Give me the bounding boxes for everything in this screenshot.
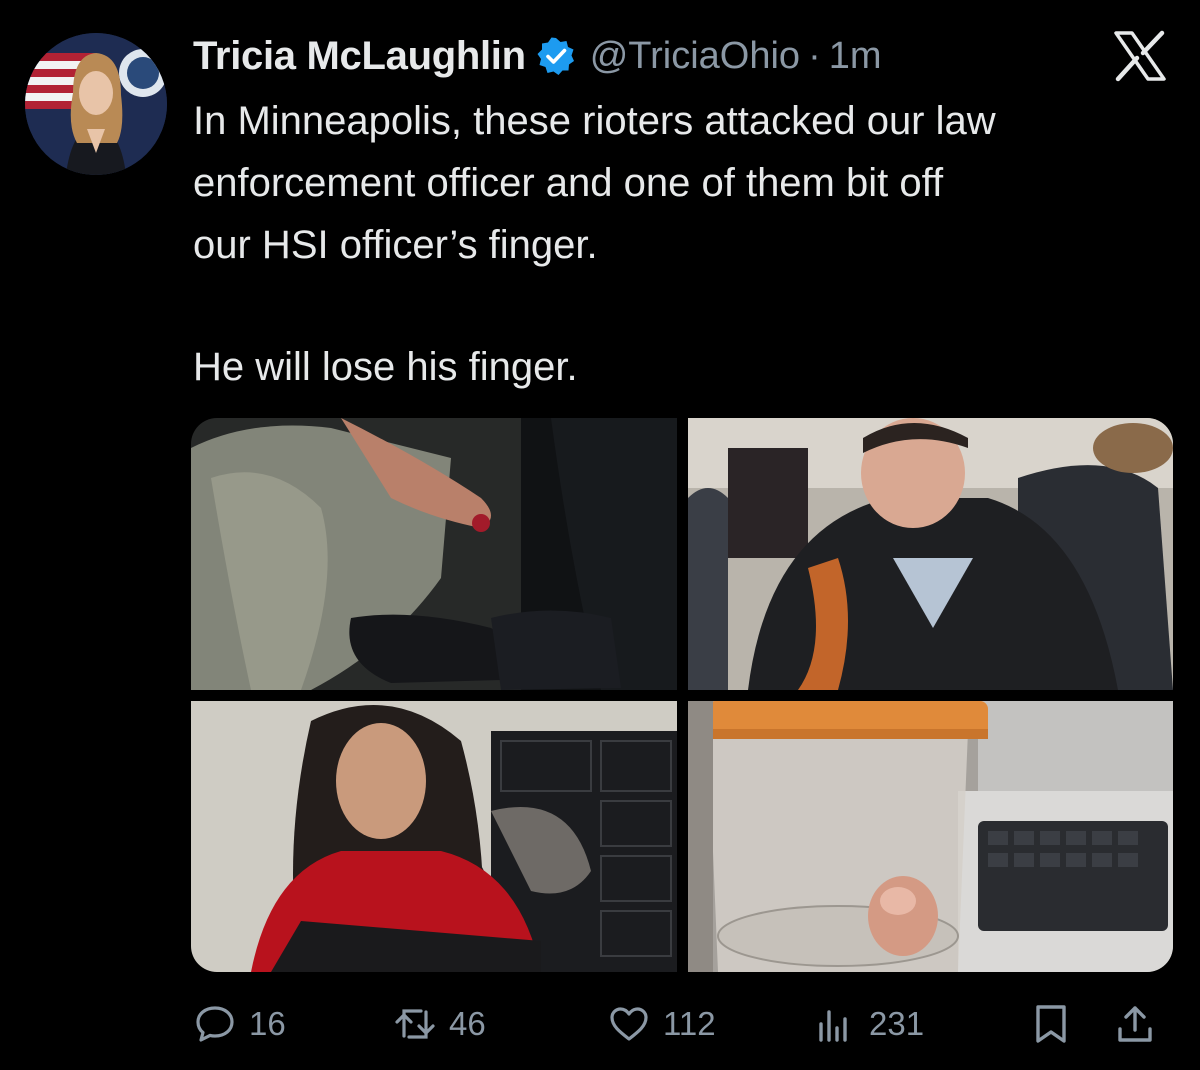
tweet-actions: 16 46 112 231 bbox=[193, 996, 1173, 1052]
reply-icon bbox=[193, 1002, 237, 1046]
tweet-text-line: In Minneapolis, these rioters attacked o… bbox=[193, 99, 996, 143]
like-button[interactable]: 112 bbox=[607, 996, 716, 1052]
share-icon bbox=[1113, 1002, 1157, 1046]
media-photo-4[interactable] bbox=[688, 701, 1173, 972]
heart-icon bbox=[607, 1002, 651, 1046]
views-chart-icon bbox=[813, 1002, 857, 1046]
repost-button[interactable]: 46 bbox=[393, 996, 486, 1052]
media-grid bbox=[191, 418, 1173, 972]
tweet-text-line: enforcement officer and one of them bit … bbox=[193, 161, 944, 205]
photo-specimen-container-icon bbox=[688, 701, 1173, 972]
reply-button[interactable]: 16 bbox=[193, 996, 286, 1052]
avatar-image bbox=[25, 33, 167, 175]
x-logo-icon bbox=[1112, 30, 1168, 82]
bookmark-icon bbox=[1029, 1002, 1073, 1046]
like-count: 112 bbox=[663, 1005, 716, 1042]
separator-dot: · bbox=[808, 34, 821, 77]
photo-gloved-hand-injured-finger-icon bbox=[191, 418, 677, 690]
views-count: 231 bbox=[869, 1005, 925, 1042]
repost-icon bbox=[393, 1002, 437, 1046]
bookmark-button[interactable] bbox=[1029, 996, 1073, 1052]
media-photo-3[interactable] bbox=[191, 701, 677, 972]
author-handle[interactable]: @TriciaOhio bbox=[590, 35, 800, 78]
media-photo-1[interactable] bbox=[191, 418, 677, 690]
tweet-text-line: He will lose his finger. bbox=[193, 345, 578, 389]
author-name[interactable]: Tricia McLaughlin bbox=[193, 34, 526, 79]
tweet-text: In Minneapolis, these rioters attacked o… bbox=[193, 90, 1183, 398]
photo-person-red-jacket-icon bbox=[191, 701, 677, 972]
repost-count: 46 bbox=[449, 1005, 486, 1042]
verified-badge-icon bbox=[536, 36, 576, 76]
share-button[interactable] bbox=[1113, 996, 1157, 1052]
photo-person-in-jacket-icon bbox=[688, 418, 1173, 690]
reply-count: 16 bbox=[249, 1005, 286, 1042]
views-button[interactable]: 231 bbox=[813, 996, 924, 1052]
timestamp[interactable]: 1m bbox=[829, 35, 882, 78]
tweet-header: Tricia McLaughlin @TriciaOhio · 1m bbox=[193, 28, 882, 84]
media-photo-2[interactable] bbox=[688, 418, 1173, 690]
tweet-text-line: our HSI officer’s finger. bbox=[193, 223, 598, 267]
author-avatar[interactable] bbox=[25, 33, 167, 175]
